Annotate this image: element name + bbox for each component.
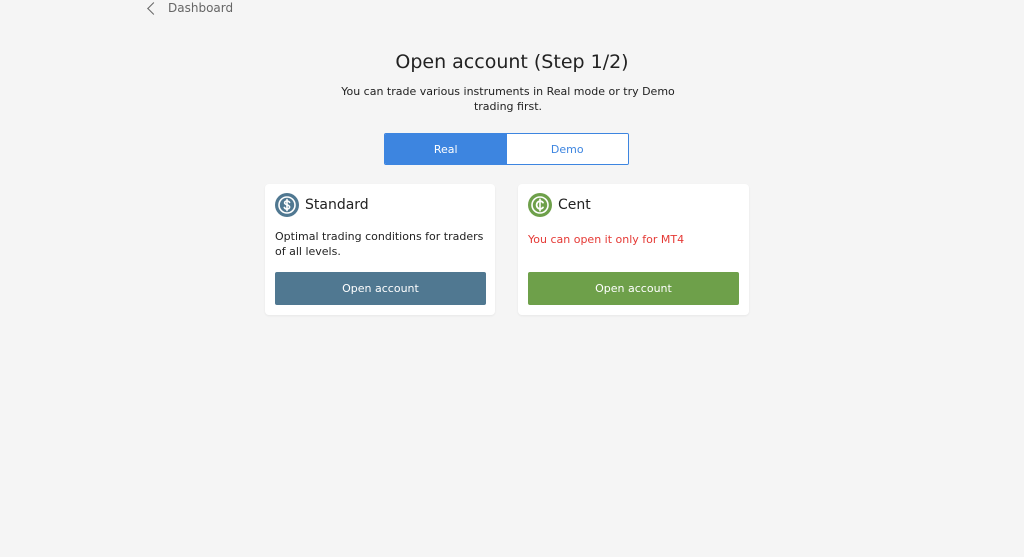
tab-real[interactable]: Real — [385, 134, 507, 164]
back-to-dashboard-link[interactable]: Dashboard — [146, 0, 233, 16]
standard-account-card: Standard Optimal trading conditions for … — [265, 184, 495, 315]
card-title: Cent — [558, 197, 591, 213]
card-header: Standard — [275, 193, 369, 217]
card-header: Cent — [528, 193, 591, 217]
card-description: Optimal trading conditions for traders o… — [275, 230, 484, 258]
open-standard-account-button[interactable]: Open account — [275, 272, 486, 305]
cent-account-card: Cent You can open it only for MT4 Open a… — [518, 184, 749, 315]
tab-demo[interactable]: Demo — [506, 134, 628, 164]
chevron-left-icon — [147, 1, 160, 15]
mt4-only-warning: You can open it only for MT4 — [528, 233, 685, 246]
card-title: Standard — [305, 197, 369, 213]
open-cent-account-button[interactable]: Open account — [528, 272, 739, 305]
page-title: Open account (Step 1/2) — [395, 51, 629, 73]
dollar-icon — [275, 193, 299, 217]
cent-icon — [528, 193, 552, 217]
account-mode-toggle: Real Demo — [384, 133, 629, 165]
back-link-label: Dashboard — [168, 1, 234, 15]
page-subtitle: You can trade various instruments in Rea… — [341, 85, 675, 113]
open-account-page: Dashboard Open account (Step 1/2) You ca… — [0, 0, 1024, 557]
